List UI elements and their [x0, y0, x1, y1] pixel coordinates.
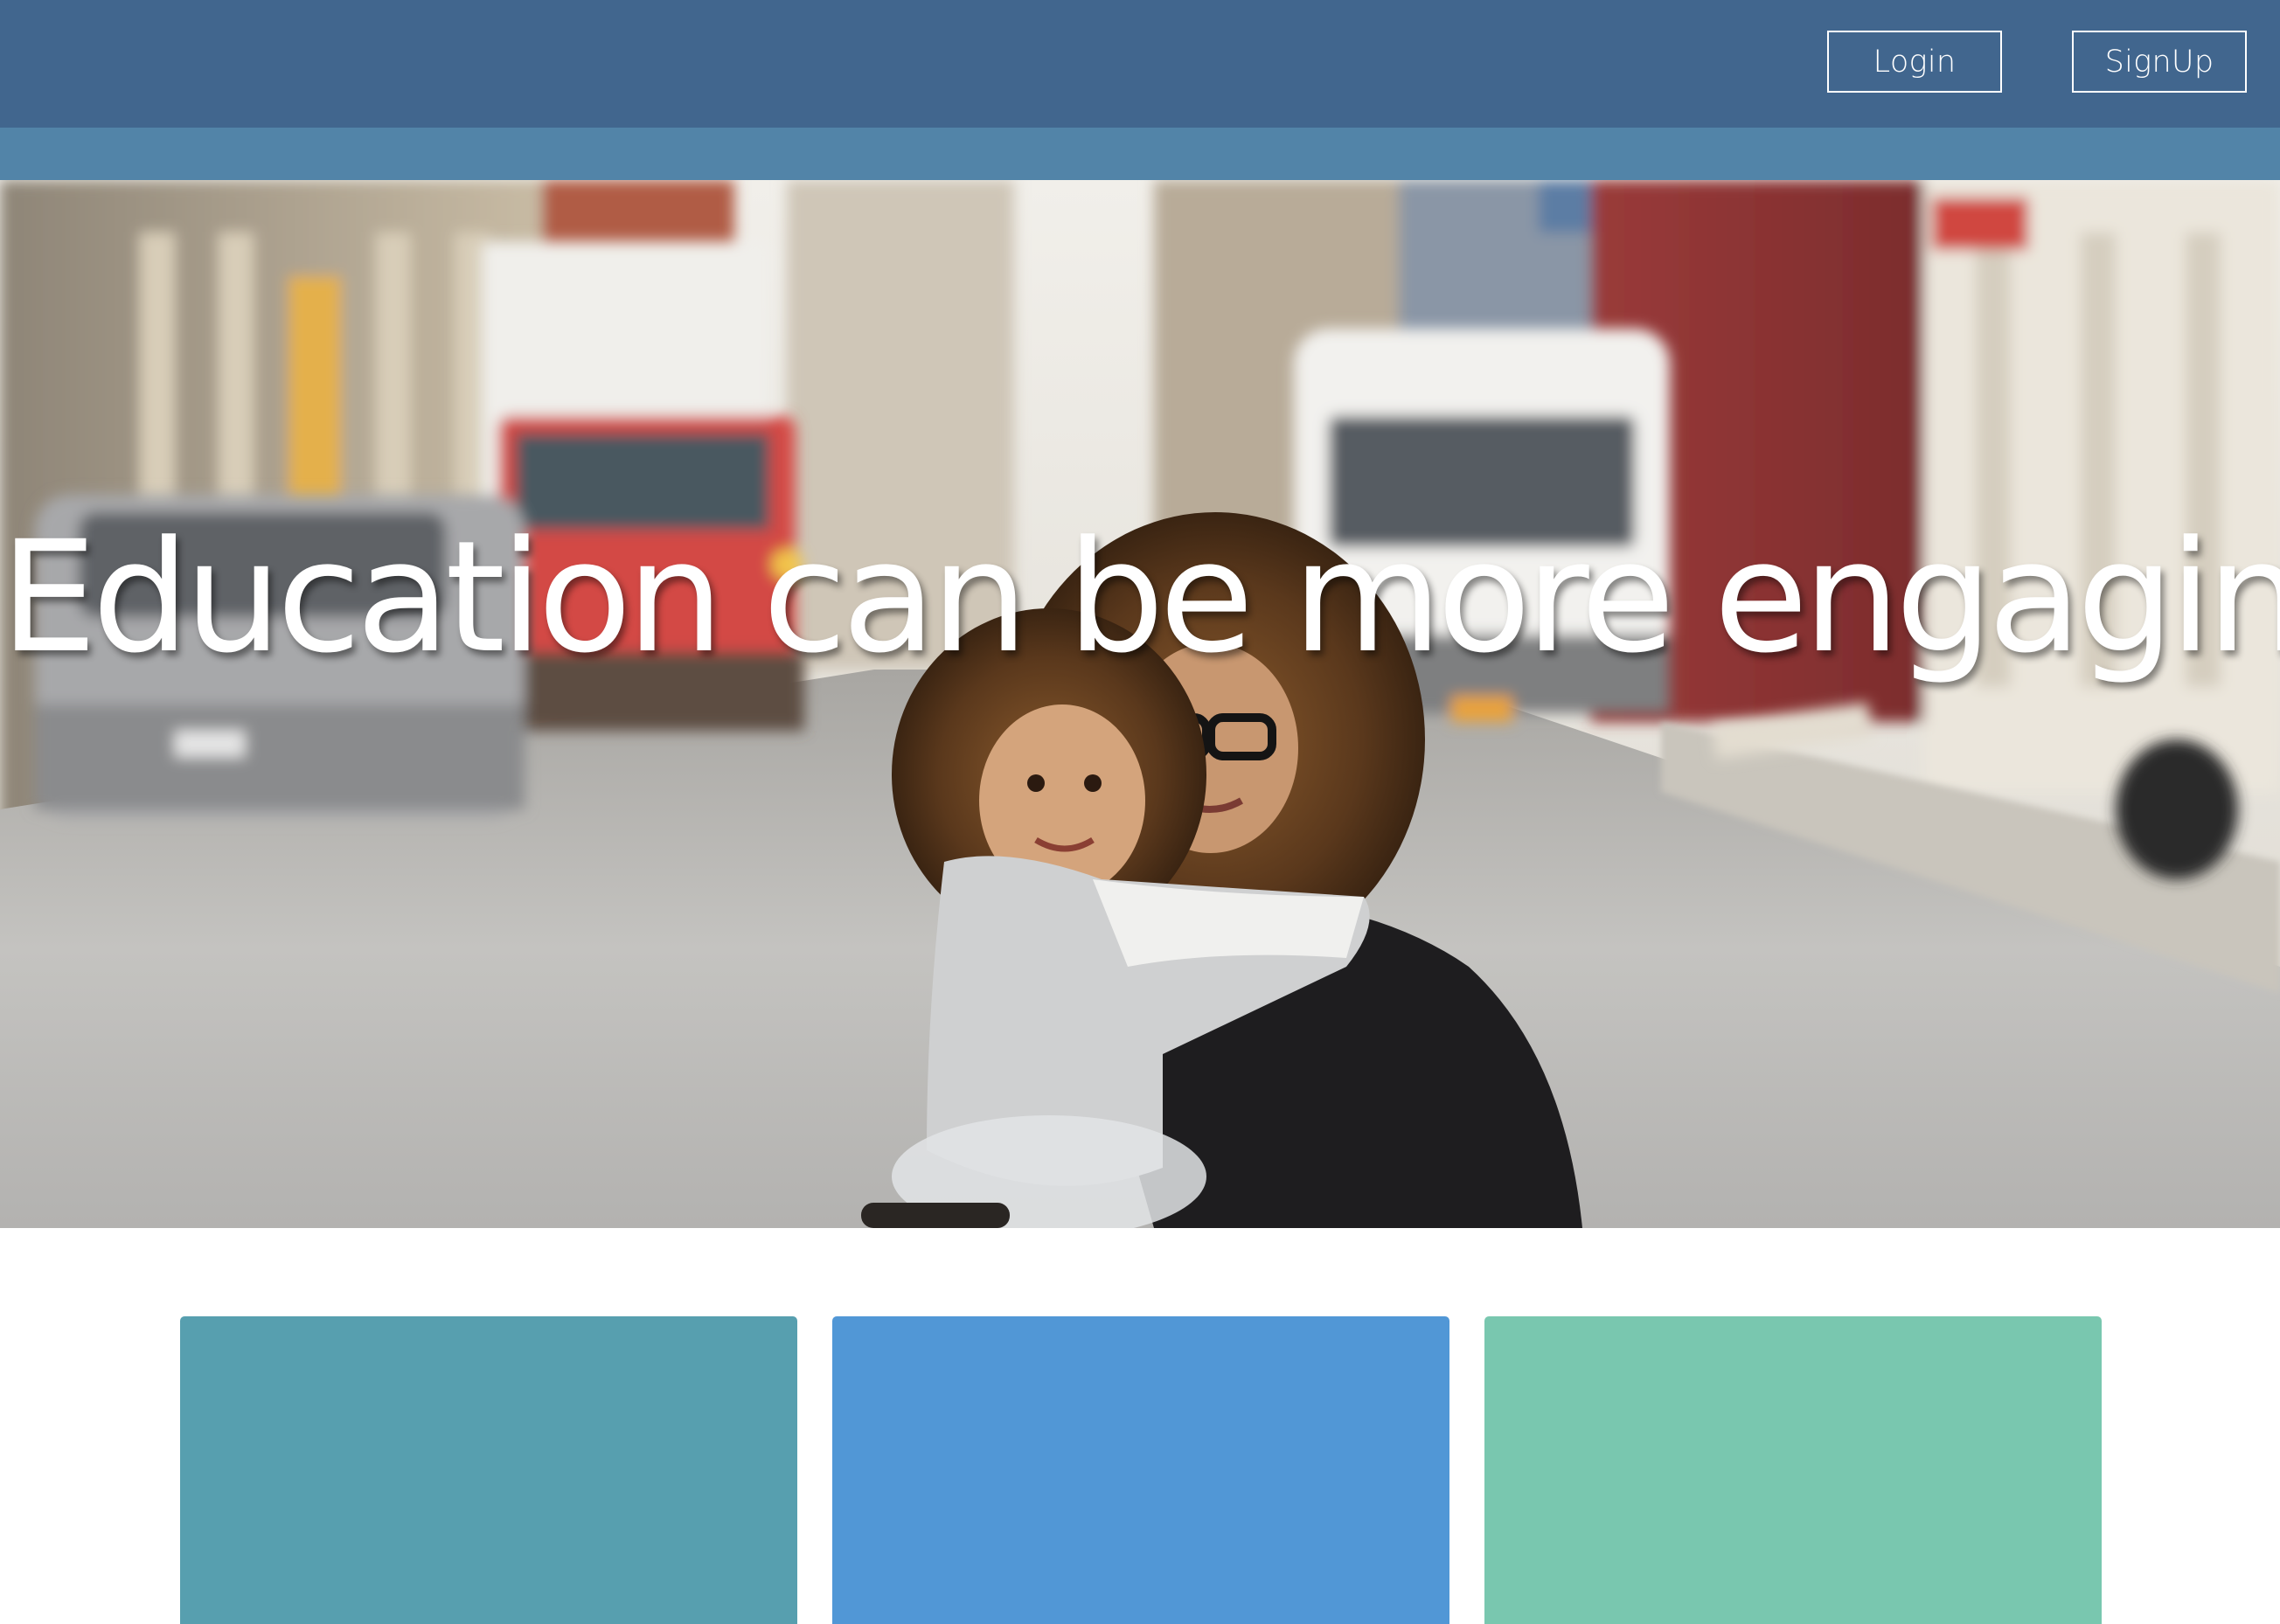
hero-section: Education can be more engaging — [0, 180, 2280, 1228]
hero-title: Education can be more engaging — [0, 508, 2280, 687]
top-navbar: Login SignUp — [0, 0, 2280, 128]
feature-card[interactable] — [1484, 1316, 2102, 1624]
sub-navbar-strip — [0, 128, 2280, 180]
feature-card[interactable] — [832, 1316, 1449, 1624]
login-button[interactable]: Login — [1827, 31, 2002, 93]
feature-card[interactable] — [180, 1316, 797, 1624]
signup-button[interactable]: SignUp — [2072, 31, 2247, 93]
hero-image — [0, 180, 2280, 1228]
